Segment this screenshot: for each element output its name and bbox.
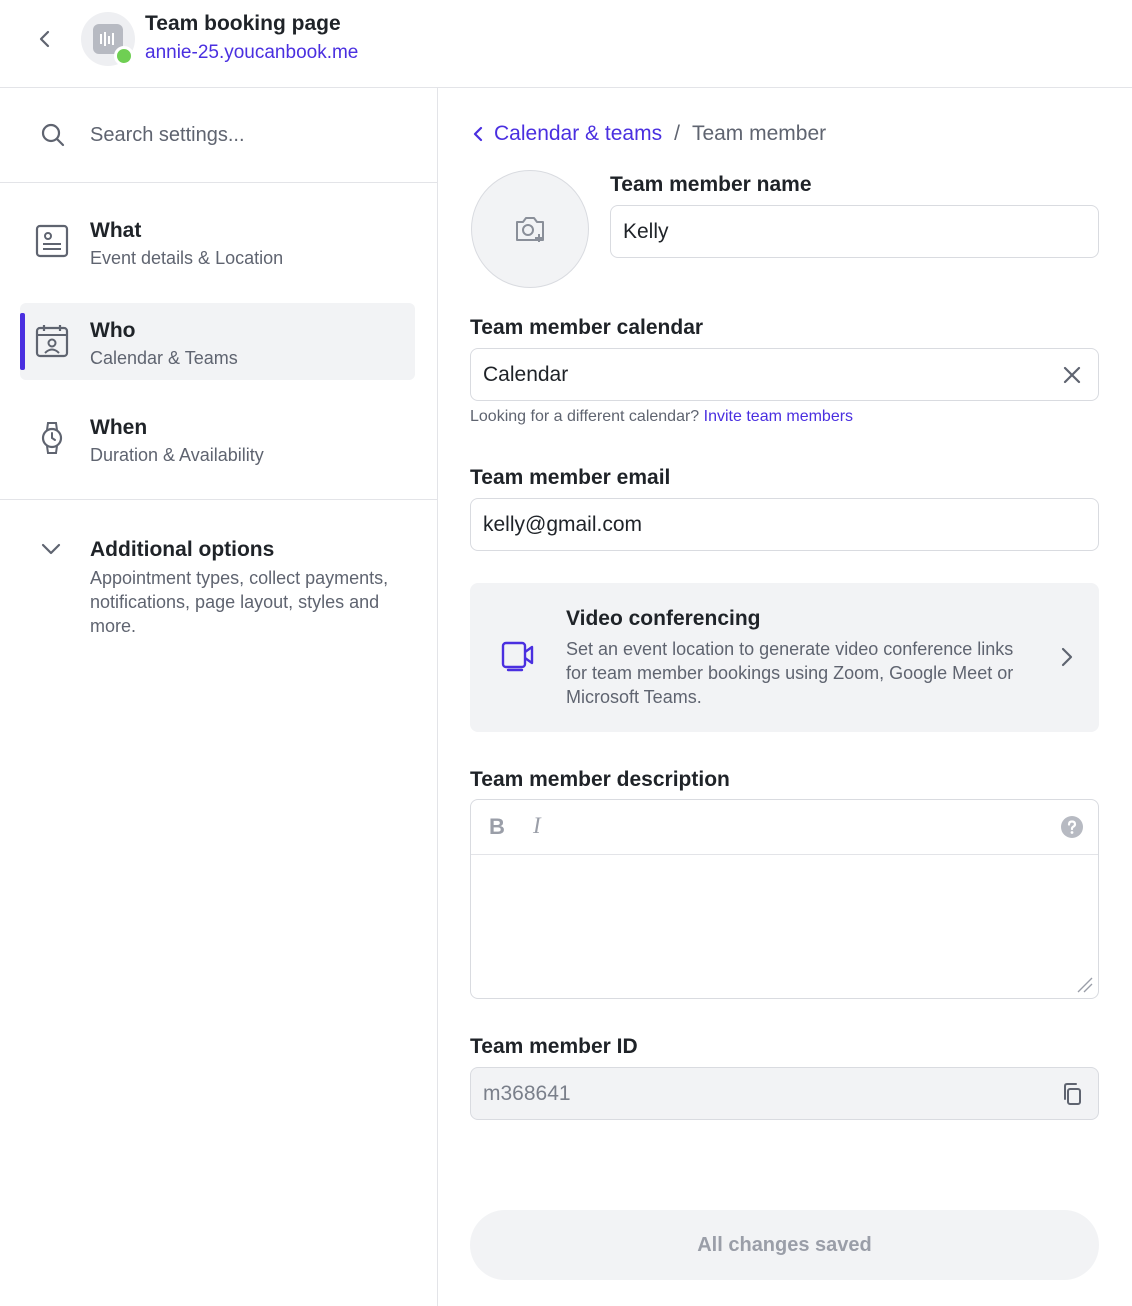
sidebar-item-what[interactable]: What Event details & Location (20, 203, 415, 280)
document-icon (35, 224, 69, 258)
camera-plus-icon (516, 217, 544, 242)
video-conferencing-card[interactable]: Video conferencing Set an event location… (470, 583, 1099, 732)
online-status-dot (114, 46, 134, 66)
back-button[interactable] (28, 22, 62, 56)
sidebar-item-who[interactable]: Who Calendar & Teams (20, 303, 415, 380)
calendar-select[interactable]: Calendar (470, 348, 1099, 401)
bold-button[interactable]: B (489, 814, 505, 840)
chevron-right-icon (1061, 647, 1073, 667)
email-label: Team member email (470, 466, 671, 489)
breadcrumb-current: Team member (691, 122, 827, 145)
top-header: Team booking page annie-25.youcanbook.me (0, 0, 1132, 88)
italic-button[interactable]: I (533, 813, 541, 839)
invite-team-members-link[interactable]: Invite team members (704, 408, 853, 425)
copy-icon[interactable] (1060, 1082, 1084, 1106)
id-field: m368641 (470, 1067, 1099, 1120)
video-conferencing-description: Set an event location to generate video … (566, 639, 1014, 707)
calendar-helper-label: Looking for a different calendar? (470, 408, 700, 425)
breadcrumb: Calendar & teams / Team member (470, 122, 826, 146)
breadcrumb-separator: / (674, 122, 680, 145)
sidebar-item-title: When (90, 416, 148, 439)
calendar-value: Calendar (483, 362, 569, 386)
breadcrumb-parent-link[interactable]: Calendar & teams (470, 122, 662, 146)
close-icon[interactable] (1060, 363, 1084, 387)
watch-icon (41, 422, 63, 454)
breadcrumb-parent-label: Calendar & teams (494, 122, 663, 145)
description-textarea[interactable] (471, 856, 1098, 998)
calendar-helper-text: Looking for a different calendar? Invite… (470, 408, 853, 426)
name-label: Team member name (610, 173, 812, 196)
email-input[interactable]: kelly@gmail.com (470, 498, 1099, 551)
search-settings-input[interactable] (90, 116, 410, 154)
name-input[interactable]: Kelly (610, 205, 1099, 258)
id-value: m368641 (483, 1081, 571, 1105)
description-label: Team member description (470, 768, 730, 791)
resize-handle-icon[interactable] (1074, 974, 1094, 994)
additional-options-toggle[interactable]: Additional options Appointment types, co… (20, 528, 415, 648)
additional-options-subtitle: Appointment types, collect payments, not… (90, 568, 389, 636)
team-member-panel: Calendar & teams / Team member Team memb… (438, 88, 1132, 1306)
search-bar (0, 88, 437, 183)
calendar-label: Team member calendar (470, 316, 704, 339)
sidebar-item-subtitle: Calendar & Teams (90, 348, 238, 368)
video-conferencing-title: Video conferencing (566, 607, 761, 630)
sidebar-item-title: Who (90, 319, 136, 342)
upload-photo-button[interactable] (471, 170, 589, 288)
sidebar-item-title: What (90, 219, 142, 242)
additional-options-title: Additional options (90, 538, 275, 561)
chevron-down-icon (41, 543, 61, 555)
page-title: Team booking page (145, 12, 341, 35)
calendar-person-icon (35, 325, 69, 358)
editor-toolbar: B I (471, 800, 1098, 855)
sidebar-item-subtitle: Event details & Location (90, 248, 284, 268)
help-icon[interactable] (1060, 815, 1084, 839)
save-status-button[interactable]: All changes saved (470, 1210, 1099, 1280)
sidebar-item-when[interactable]: When Duration & Availability (20, 400, 415, 477)
chevron-left-icon (39, 30, 50, 48)
settings-sidebar: What Event details & Location Who Calend… (0, 88, 438, 1306)
booking-page-url-link[interactable]: annie-25.youcanbook.me (145, 42, 358, 64)
sidebar-item-subtitle: Duration & Availability (90, 445, 264, 465)
description-editor: B I (470, 799, 1099, 999)
id-label: Team member ID (470, 1035, 638, 1058)
search-icon (41, 123, 65, 147)
sidebar-divider (0, 499, 437, 500)
chevron-left-icon (473, 126, 483, 142)
active-indicator (20, 313, 25, 370)
video-camera-icon (501, 641, 534, 672)
